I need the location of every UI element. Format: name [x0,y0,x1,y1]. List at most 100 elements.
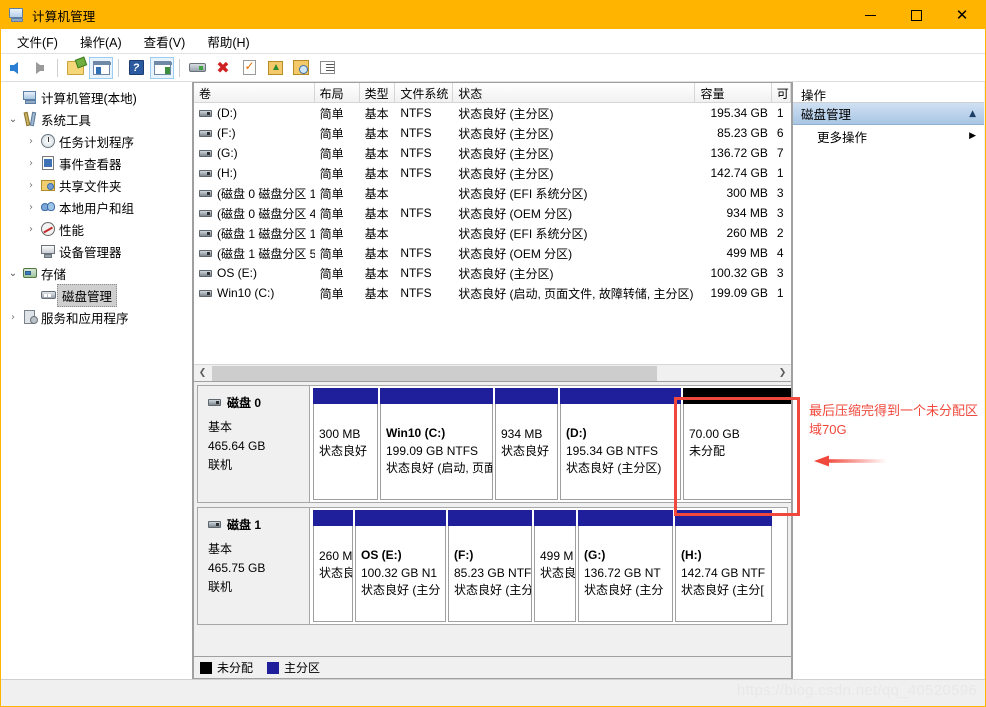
partition-block[interactable]: 260 M 状态良 [313,510,353,622]
sidebar-item-shared-folders[interactable]: › 共享文件夹 [1,174,192,196]
scroll-right-icon[interactable]: ❯ [774,365,791,382]
delete-icon[interactable]: ✖ [211,57,235,79]
show-action-pane-icon[interactable] [150,56,174,79]
cell-type: 基本 [364,126,389,141]
partition-block[interactable]: (D:) 195.34 GB NTFS 状态良好 (主分区) [560,388,681,500]
partition-block[interactable]: (F:) 85.23 GB NTF 状态良好 (主分 [448,510,532,622]
back-icon[interactable] [2,57,26,79]
table-row[interactable]: Win10 (C:) 简单 基本 NTFS 状态良好 (启动, 页面文件, 故障… [194,283,791,303]
cell-free: 3 [776,206,784,220]
properties-icon[interactable] [237,57,261,79]
maximize-button[interactable] [893,1,939,29]
sidebar-item-performance[interactable]: › 性能 [1,218,192,240]
partition-block[interactable]: (H:) 142.74 GB NTF 状态良好 (主分[ [675,510,772,622]
chevron-down-icon[interactable]: ⌄ [5,114,21,125]
sidebar-item-system-tools[interactable]: ⌄ 系统工具 [1,108,192,130]
up-folder-icon[interactable] [63,57,87,79]
chevron-down-icon[interactable]: ⌄ [5,268,21,279]
column-header-status[interactable]: 状态 [453,83,696,102]
menu-action[interactable]: 操作(A) [70,29,132,54]
partition-size: 300 MB [319,427,361,441]
sidebar-item-label: 磁盘管理 [57,283,118,307]
minimize-button[interactable] [847,1,893,29]
table-row[interactable]: OS (E:) 简单 基本 NTFS 状态良好 (主分区) 100.32 GB … [194,263,791,283]
close-button[interactable]: ✕ [939,1,985,29]
sidebar-item-disk-management[interactable]: 磁盘管理 [1,283,192,307]
chevron-right-icon[interactable]: › [23,158,39,169]
volume-list-header: 卷 布局 类型 文件系统 状态 容量 可 [194,83,791,103]
partition-name: (G:) [584,548,606,562]
cell-type: 基本 [364,286,389,301]
table-row[interactable]: (磁盘 1 磁盘分区 5) 简单 基本 NTFS 状态良好 (OEM 分区) 4… [194,243,791,263]
column-header-capacity[interactable]: 容量 [695,83,772,102]
partition-block-unallocated[interactable]: 70.00 GB 未分配 [683,388,791,500]
sidebar-item-computer-management[interactable]: 计算机管理(本地) [1,86,192,108]
chevron-right-icon[interactable]: › [5,312,21,323]
volume-list-horizontal-scrollbar[interactable]: ❮ ❯ [194,364,791,381]
menu-help[interactable]: 帮助(H) [197,29,259,54]
table-row[interactable]: (D:) 简单 基本 NTFS 状态良好 (主分区) 195.34 GB 1 [194,103,791,123]
column-header-free[interactable]: 可 [772,83,791,102]
sidebar-item-label: 存储 [41,267,67,282]
actions-group-disk-management[interactable]: 磁盘管理 ▲ [793,103,984,125]
scrollbar-track[interactable] [211,364,774,381]
scroll-left-icon[interactable]: ❮ [194,365,211,382]
partition-size: 195.34 GB NTFS [566,444,659,458]
volume-icon [199,269,212,277]
column-header-layout[interactable]: 布局 [315,83,360,102]
partition-block[interactable]: 499 M 状态良 [534,510,576,622]
table-row[interactable]: (磁盘 0 磁盘分区 1) 简单 基本 状态良好 (EFI 系统分区) 300 … [194,183,791,203]
disk-icon [208,399,221,406]
sidebar-item-event-viewer[interactable]: › 事件查看器 [1,152,192,174]
rescan-icon[interactable] [289,57,313,79]
partition-name: (F:) [454,548,474,562]
partition-body: (G:) 136.72 GB NT 状态良好 (主分 [578,526,673,622]
partition-block[interactable]: 934 MB 状态良好 [495,388,558,500]
table-row[interactable]: (磁盘 1 磁盘分区 1) 简单 基本 状态良好 (EFI 系统分区) 260 … [194,223,791,243]
sidebar-item-task-scheduler[interactable]: › 任务计划程序 [1,130,192,152]
cell-free: 1 [776,106,784,120]
chevron-right-icon[interactable]: › [23,180,39,191]
column-header-filesystem[interactable]: 文件系统 [395,83,454,102]
cell-layout: 简单 [319,246,344,261]
partition-block[interactable]: 300 MB 状态良好 [313,388,378,500]
forward-icon[interactable] [28,57,52,79]
list-icon[interactable] [315,57,339,79]
chevron-right-icon[interactable]: › [23,136,39,147]
sidebar-item-device-manager[interactable]: 设备管理器 [1,240,192,262]
cell-volume: (F:) [194,126,315,140]
table-row[interactable]: (G:) 简单 基本 NTFS 状态良好 (主分区) 136.72 GB 7 [194,143,791,163]
disk-info-0[interactable]: 磁盘 0 基本 465.64 GB 联机 [197,385,310,503]
chevron-up-icon[interactable]: ▲ [969,109,976,119]
partition-block[interactable]: Win10 (C:) 199.09 GB NTFS 状态良好 (启动, 页面 [380,388,493,500]
table-row[interactable]: (H:) 简单 基本 NTFS 状态良好 (主分区) 142.74 GB 1 [194,163,791,183]
sidebar-item-services-and-applications[interactable]: › 服务和应用程序 [1,306,192,328]
menu-file[interactable]: 文件(F) [7,29,68,54]
column-header-type[interactable]: 类型 [360,83,396,102]
disk-icon[interactable] [185,57,209,79]
volume-icon [199,169,212,177]
sidebar-item-local-users-and-groups[interactable]: › 本地用户和组 [1,196,192,218]
sidebar-item-storage[interactable]: ⌄ 存储 [1,262,192,284]
disk-info-1[interactable]: 磁盘 1 基本 465.75 GB 联机 [197,507,310,625]
column-header-volume[interactable]: 卷 [194,83,315,102]
partition-status: 状态良好 (启动, 页面 [386,461,493,475]
upgrade-icon[interactable] [263,57,287,79]
chevron-right-icon[interactable]: › [23,224,39,235]
volume-list-rows: (D:) 简单 基本 NTFS 状态良好 (主分区) 195.34 GB 1 (… [194,103,791,303]
help-icon[interactable]: ? [124,57,148,79]
partition-color-bar [495,388,558,404]
partition-block[interactable]: (G:) 136.72 GB NT 状态良好 (主分 [578,510,673,622]
chevron-right-icon[interactable]: › [23,202,39,213]
cell-free: 1 [776,166,784,180]
users-icon [39,200,57,215]
table-row[interactable]: (F:) 简单 基本 NTFS 状态良好 (主分区) 85.23 GB 6 [194,123,791,143]
cell-free: 2 [776,226,784,240]
menu-view[interactable]: 查看(V) [134,29,196,54]
table-row[interactable]: (磁盘 0 磁盘分区 4) 简单 基本 NTFS 状态良好 (OEM 分区) 9… [194,203,791,223]
show-tree-icon[interactable] [89,56,113,79]
partition-block[interactable]: OS (E:) 100.32 GB N1 状态良好 (主分 [355,510,446,622]
action-more-actions[interactable]: 更多操作 ▶ [793,125,984,147]
scrollbar-thumb[interactable] [212,365,657,381]
partition-color-bar [675,510,772,526]
